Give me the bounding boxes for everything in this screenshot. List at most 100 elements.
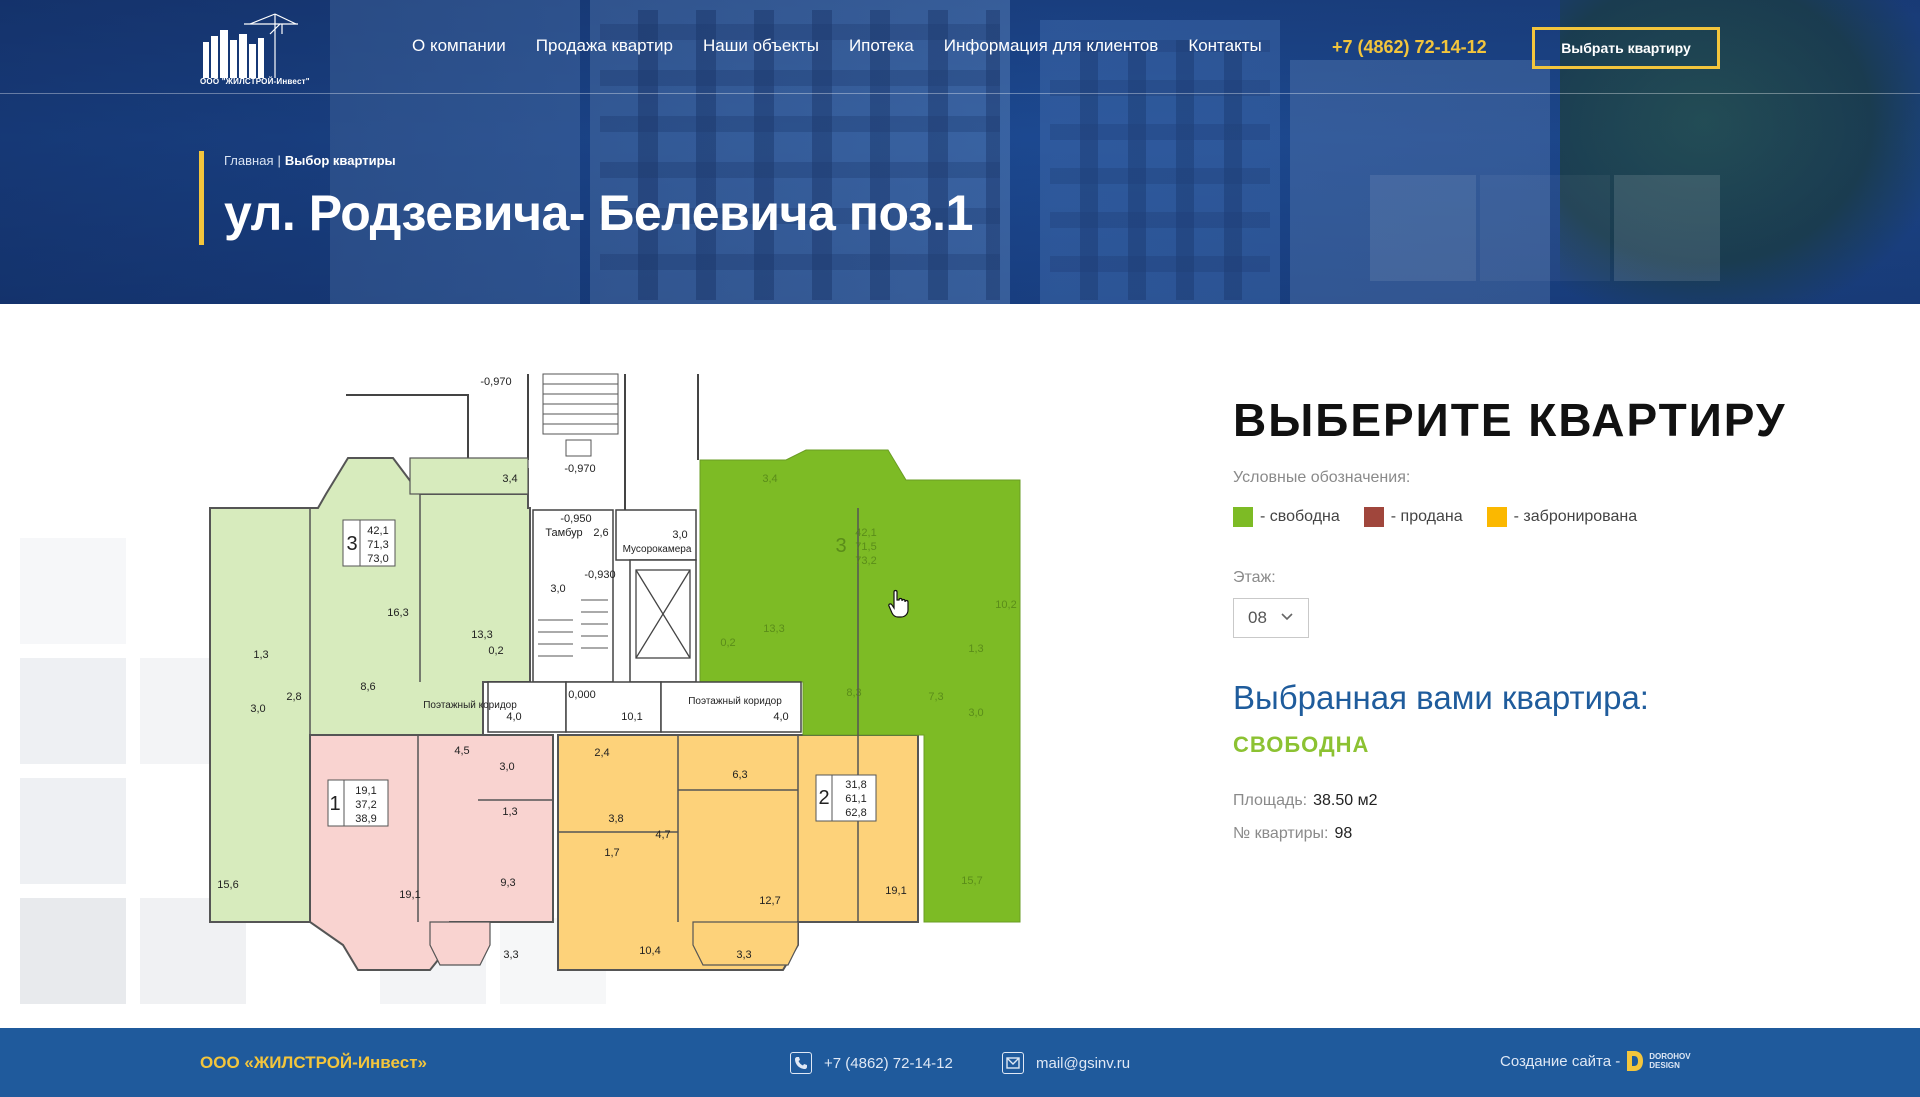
apartment-number-value: 98 bbox=[1334, 825, 1353, 842]
apt-c-rooms: 2 bbox=[818, 787, 829, 809]
apt-b-area-total: 37,2 bbox=[355, 799, 376, 811]
header-phone[interactable]: +7 (4862) 72-14-12 bbox=[1332, 37, 1487, 58]
apt-b-area-living: 19,1 bbox=[355, 785, 376, 797]
apt-d-label: 10,2 bbox=[995, 599, 1016, 611]
footer-credit[interactable]: Создание сайта - DOROHOV DESIGN bbox=[1500, 1050, 1691, 1072]
apt-a-rooms: 3 bbox=[346, 533, 357, 555]
footer-phone[interactable]: +7 (4862) 72-14-12 bbox=[790, 1052, 953, 1074]
footer-email-text: mail@gsinv.ru bbox=[1036, 1054, 1131, 1072]
footer-company-name: ООО «ЖИЛСТРОЙ-Инвест» bbox=[200, 1053, 427, 1072]
apt-b-label: 3,3 bbox=[503, 949, 518, 961]
apt-d-label: 1,3 bbox=[968, 643, 983, 655]
corridor-right-area: 4,0 bbox=[773, 711, 788, 723]
apt-c-area-full: 62,8 bbox=[845, 807, 866, 819]
floor-select[interactable]: 08 bbox=[1233, 598, 1309, 638]
hero-deco-tile bbox=[1614, 175, 1720, 281]
nav-item-objects[interactable]: Наши объекты bbox=[703, 36, 819, 56]
apt-d-label: 8,3 bbox=[846, 687, 861, 699]
floor-plan: 3 42,1 71,3 73,0 3,4 1 6,3 13,3 0,2 1,3 3… bbox=[209, 373, 1021, 971]
mark-level: -0,950 bbox=[560, 513, 591, 525]
credit-brand-line2: DESIGN bbox=[1649, 1061, 1680, 1070]
nav-item-mortgage[interactable]: Ипотека bbox=[849, 36, 914, 56]
apt-b-rooms: 1 bbox=[329, 793, 340, 815]
stair-area: 3,0 bbox=[550, 583, 565, 595]
apt-a-label: 2,8 bbox=[286, 691, 301, 703]
legend-swatch-sold bbox=[1363, 507, 1384, 527]
area-row: Площадь: 38.50 м2 bbox=[1233, 792, 1377, 810]
phone-icon bbox=[790, 1052, 812, 1074]
apt-b-label: 4,5 bbox=[454, 745, 469, 757]
corridor-left-label: Поэтажный коридор bbox=[423, 700, 517, 711]
deco-tile bbox=[20, 538, 126, 644]
title-accent-bar bbox=[199, 151, 204, 245]
apt-d-label: 13,3 bbox=[763, 623, 784, 635]
tambur-label: Тамбур bbox=[545, 527, 582, 539]
choose-apartment-heading: ВЫБЕРИТЕ КВАРТИРУ bbox=[1233, 394, 1787, 446]
apt-d-area-total: 71,5 bbox=[855, 541, 876, 553]
apartment-number-row: № квартиры: 98 bbox=[1233, 825, 1352, 843]
legend-label: - продана bbox=[1390, 508, 1463, 525]
legend-item-reserved: - забронирована bbox=[1486, 507, 1638, 527]
apt-c-label: 4,7 bbox=[655, 829, 670, 841]
corridor-left-area: 4,0 bbox=[506, 711, 521, 723]
legend-swatch-reserved bbox=[1486, 507, 1507, 527]
credit-label: Создание сайта - bbox=[1500, 1052, 1621, 1070]
corridor-mid-area: 10,1 bbox=[621, 711, 642, 723]
apt-c-label: 6,3 bbox=[732, 769, 747, 781]
apartment-number-label: № квартиры: bbox=[1233, 825, 1329, 842]
apt-c-label: 1,7 bbox=[604, 847, 619, 859]
mail-icon bbox=[1002, 1052, 1024, 1074]
header-divider bbox=[0, 93, 1920, 94]
apt-c-label: 3,3 bbox=[736, 949, 751, 961]
breadcrumb-home-link[interactable]: Главная bbox=[224, 153, 273, 168]
page-title: ул. Родзевича- Белевича поз.1 bbox=[224, 185, 973, 241]
footer-email[interactable]: mail@gsinv.ru bbox=[1002, 1052, 1130, 1074]
nav-item-sales[interactable]: Продажа квартир bbox=[536, 36, 673, 56]
apt-d-label: 15,7 bbox=[961, 875, 982, 887]
hero-deco-tile bbox=[1370, 175, 1476, 281]
legend-label: - свободна bbox=[1260, 508, 1340, 525]
apt-a-label: 0,2 bbox=[488, 645, 503, 657]
apt-d-label: 3,4 bbox=[762, 473, 777, 485]
apt-b-label: 1,3 bbox=[502, 806, 517, 818]
logo-caption: ООО "ЖИЛСТРОЙ-Инвест" bbox=[200, 77, 310, 86]
apt-a-label: 8,6 bbox=[360, 681, 375, 693]
footer-phone-text: +7 (4862) 72-14-12 bbox=[824, 1054, 953, 1072]
apt-b-label: 3,0 bbox=[499, 761, 514, 773]
tambur-area: 2,6 bbox=[593, 527, 608, 539]
garbage-room-label: Мусорокамера bbox=[623, 544, 692, 555]
apt-a-area-total: 71,3 bbox=[367, 539, 388, 551]
status-legend: - свободна - продана - забронирована bbox=[1233, 507, 1637, 527]
dorohov-design-logo: DOROHOV DESIGN bbox=[1626, 1050, 1691, 1072]
apt-d-area-full: 73,2 bbox=[855, 555, 876, 567]
mark-level: -0,930 bbox=[584, 569, 615, 581]
hero-deco-tile bbox=[1480, 175, 1610, 281]
chevron-down-icon bbox=[1281, 613, 1293, 621]
apt-c-label: 2,4 bbox=[594, 747, 609, 759]
nav-item-client-info[interactable]: Информация для клиентов bbox=[944, 36, 1159, 56]
apt-a-area-living: 42,1 bbox=[367, 525, 388, 537]
choose-apartment-button[interactable]: Выбрать квартиру bbox=[1532, 27, 1720, 69]
breadcrumb-current: Выбор квартиры bbox=[284, 153, 396, 168]
area-value: 38.50 м2 bbox=[1313, 792, 1378, 809]
apt-a-label: 15,6 bbox=[217, 879, 238, 891]
apt-a-label: 3,0 bbox=[250, 703, 265, 715]
apt-d-label: 0,2 bbox=[720, 637, 735, 649]
nav-item-about[interactable]: О компании bbox=[412, 36, 506, 56]
plan-wall bbox=[346, 394, 469, 425]
legend-label: - забронирована bbox=[1513, 508, 1638, 525]
apt-c-area-living: 31,8 bbox=[845, 779, 866, 791]
floor-caption: Этаж: bbox=[1233, 569, 1276, 586]
main-nav: О компании Продажа квартир Наши объекты … bbox=[412, 36, 1292, 56]
apt-a-area-full: 73,0 bbox=[367, 553, 388, 565]
floor-select-value: 08 bbox=[1248, 608, 1267, 627]
deco-tile bbox=[20, 658, 126, 764]
mark-level: -0,970 bbox=[564, 463, 595, 475]
plan-balcony bbox=[429, 921, 491, 966]
garbage-room-area: 3,0 bbox=[672, 529, 687, 541]
apt-b-label: 19,1 bbox=[399, 889, 420, 901]
corridor-right-label: Поэтажный коридор bbox=[688, 696, 782, 707]
credit-brand-line1: DOROHOV bbox=[1649, 1052, 1691, 1061]
nav-item-contacts[interactable]: Контакты bbox=[1188, 36, 1261, 56]
apt-a-label: 13,3 bbox=[471, 629, 492, 641]
